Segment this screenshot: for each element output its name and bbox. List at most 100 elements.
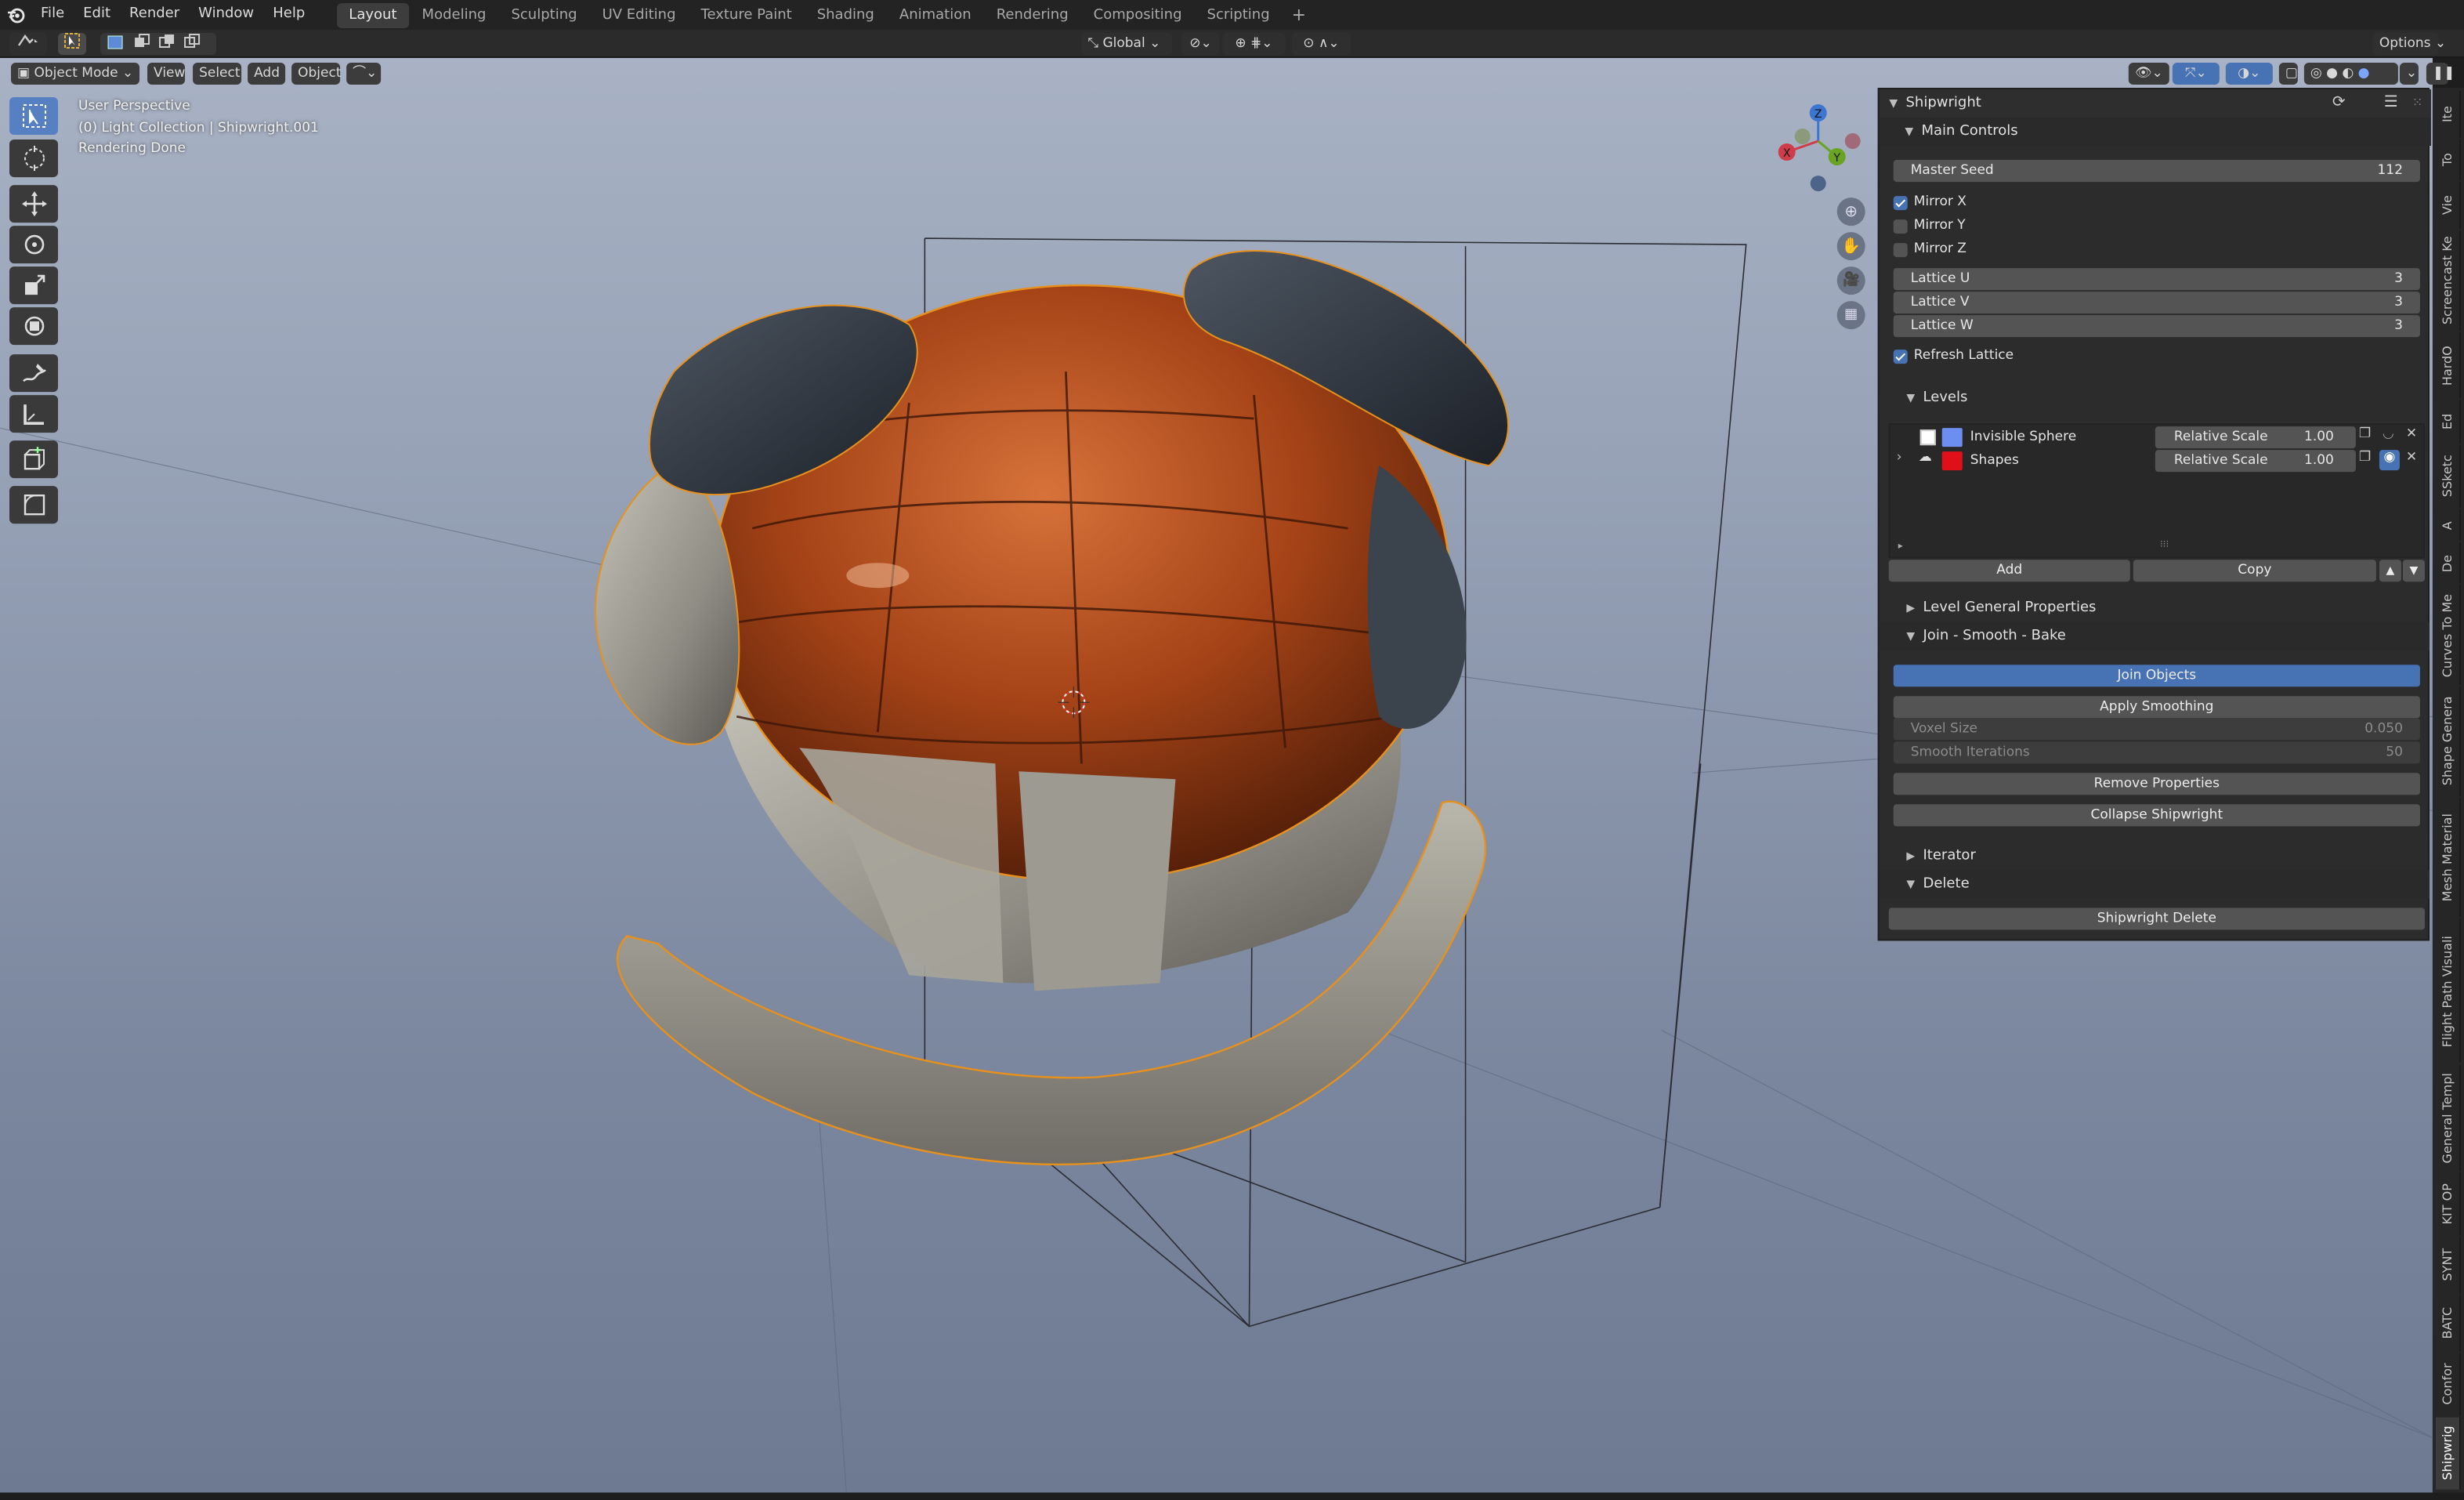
lattice-u-field[interactable]: Lattice U 3: [1893, 268, 2420, 291]
annotate-tool-button[interactable]: [9, 354, 59, 393]
menu-edit[interactable]: Edit: [74, 0, 120, 30]
shading-options-dropdown[interactable]: ⌄: [2399, 63, 2419, 85]
tab-screencast-keys[interactable]: Screencast Ke: [2435, 230, 2461, 332]
tab-general-templ[interactable]: General Templ: [2435, 1064, 2461, 1172]
selection-mode-group[interactable]: [100, 33, 217, 56]
tab-ssketch[interactable]: SSketc: [2435, 445, 2461, 509]
tab-view[interactable]: Vie: [2435, 182, 2461, 230]
move-up-icon[interactable]: ▲: [2379, 560, 2401, 582]
scale-tool-button[interactable]: [9, 266, 59, 305]
shapes-icon[interactable]: ☁: [1919, 450, 1932, 466]
tab-curves-to-mesh[interactable]: Curves To Me: [2435, 585, 2461, 686]
drag-handle-icon[interactable]: ⁙: [2412, 89, 2422, 118]
proportional-editing-button[interactable]: ⊙ ∧⌄: [1291, 33, 1351, 56]
tab-a[interactable]: A: [2435, 509, 2461, 542]
xray-toggle[interactable]: ▢: [2278, 63, 2298, 85]
cursor-tool-button[interactable]: [9, 139, 59, 178]
menu-file[interactable]: File: [31, 0, 74, 30]
duplicate-icon[interactable]: ❐: [2359, 426, 2371, 442]
tab-item[interactable]: Ite: [2435, 91, 2461, 139]
lattice-v-field[interactable]: Lattice V 3: [1893, 292, 2420, 314]
panel-header-shipwright[interactable]: ▼ Shipwright ⟳ ☰ ⁙: [1879, 89, 2431, 118]
panel-header-levels[interactable]: ▼ Levels: [1900, 384, 2426, 412]
menu-render[interactable]: Render: [120, 0, 189, 30]
add-cube-tool-button[interactable]: [9, 440, 59, 479]
tab-modeling[interactable]: Modeling: [410, 2, 499, 27]
pivot-point-button[interactable]: ⊘⌄: [1181, 33, 1220, 56]
expand-chevron-icon[interactable]: ›: [1897, 450, 1902, 466]
refresh-lattice-checkbox[interactable]: Refresh Lattice: [1893, 346, 2014, 367]
eye-closed-icon[interactable]: ◡: [2383, 426, 2394, 442]
eye-icon[interactable]: ◉: [2379, 450, 2400, 471]
move-down-icon[interactable]: ▼: [2402, 560, 2425, 582]
select-box-tool-button[interactable]: [58, 33, 87, 56]
tab-compositing[interactable]: Compositing: [1081, 2, 1195, 27]
transform-tool-button[interactable]: [9, 307, 59, 346]
tab-de[interactable]: De: [2435, 542, 2461, 584]
tab-rendering[interactable]: Rendering: [984, 2, 1081, 27]
collapse-shipwright-button[interactable]: Collapse Shipwright: [1893, 804, 2420, 827]
level-row-invisible-sphere[interactable]: Invisible Sphere Relative Scale 1.00 ❐ ◡ …: [1892, 426, 2422, 449]
list-icon[interactable]: ☰: [2384, 89, 2398, 118]
object-menu[interactable]: Object: [291, 63, 342, 85]
gizmo-neg-y[interactable]: [1794, 129, 1811, 145]
close-icon[interactable]: ✕: [2406, 450, 2417, 466]
tab-sculpting[interactable]: Sculpting: [498, 2, 589, 27]
tab-confor[interactable]: Confor: [2435, 1353, 2461, 1416]
overlay-toggle[interactable]: ◑⌄: [2225, 63, 2273, 85]
list-resize-handle-icon[interactable]: ⁝⁝⁝: [2160, 539, 2169, 550]
visibility-dropdown[interactable]: 👁⌄: [2128, 63, 2169, 85]
mirror-x-checkbox[interactable]: Mirror X: [1893, 193, 1966, 213]
add-menu[interactable]: Add: [248, 63, 286, 85]
object-mode-dropdown[interactable]: ▣ Object Mode ⌄: [11, 63, 140, 85]
master-seed-field[interactable]: Master Seed 112: [1893, 160, 2420, 183]
panel-header-join-smooth-bake[interactable]: ▼ Join - Smooth - Bake: [1879, 622, 2430, 651]
gizmo-neg-z[interactable]: [1810, 176, 1826, 192]
remove-properties-button[interactable]: Remove Properties: [1893, 773, 2420, 795]
gpencil-dropdown[interactable]: ⌒⌄: [346, 63, 382, 85]
join-objects-button[interactable]: Join Objects: [1893, 665, 2420, 687]
ortho-toggle-button[interactable]: ▦: [1836, 301, 1865, 330]
blender-logo-icon[interactable]: [0, 0, 31, 30]
lattice-w-field[interactable]: Lattice W 3: [1893, 315, 2420, 338]
level-color-swatch[interactable]: [1941, 451, 1963, 471]
shading-mode-group[interactable]: ◎ ● ◐ ●: [2303, 63, 2398, 85]
gizmo-toggle[interactable]: ⤧⌄: [2172, 63, 2220, 85]
snapping-button[interactable]: ⊕ ⋕⌄: [1222, 33, 1286, 56]
tab-batc[interactable]: BATC: [2435, 1295, 2461, 1352]
shipwright-delete-button[interactable]: Shipwright Delete: [1888, 908, 2425, 930]
panel-header-iterator[interactable]: ▶ Iterator: [1900, 842, 2426, 870]
gizmo-neg-x[interactable]: [1844, 133, 1861, 150]
tab-scripting[interactable]: Scripting: [1195, 2, 1283, 27]
level-color-swatch[interactable]: [1941, 428, 1963, 447]
mesh-visibility-icon[interactable]: [1919, 429, 1936, 446]
panel-header-level-general[interactable]: ▶ Level General Properties: [1900, 594, 2426, 622]
measure-tool-button[interactable]: [9, 395, 59, 433]
tab-shipwright[interactable]: Shipwrig: [2435, 1417, 2461, 1490]
tab-uv-editing[interactable]: UV Editing: [590, 2, 689, 27]
add-level-button[interactable]: Add: [1888, 560, 2130, 582]
refresh-icon[interactable]: ⟳: [2332, 89, 2346, 118]
tab-texture-paint[interactable]: Texture Paint: [689, 2, 805, 27]
duplicate-icon[interactable]: ❐: [2359, 450, 2371, 466]
pan-view-button[interactable]: ✋: [1836, 232, 1865, 261]
relative-scale-field[interactable]: Relative Scale 1.00: [2155, 426, 2356, 449]
tab-shape-generator[interactable]: Shape Genera: [2435, 687, 2461, 797]
smooth-iterations-field[interactable]: Smooth Iterations 50: [1893, 741, 2420, 764]
tab-edit[interactable]: Ed: [2435, 400, 2461, 444]
panel-header-main-controls[interactable]: ▼ Main Controls: [1879, 118, 2431, 147]
extra-tool-button[interactable]: [9, 486, 59, 524]
tab-animation[interactable]: Animation: [887, 2, 984, 27]
level-row-shapes[interactable]: › ☁ Shapes Relative Scale 1.00 ❐ ◉ ✕: [1892, 450, 2422, 473]
list-expand-triangle-icon[interactable]: ▸: [1898, 541, 1903, 552]
tab-mesh-materials[interactable]: Mesh Material: [2435, 798, 2461, 918]
mirror-z-checkbox[interactable]: Mirror Z: [1893, 240, 1966, 260]
tab-kit-op[interactable]: KIT OP: [2435, 1172, 2461, 1236]
tab-flight-path[interactable]: Flight Path Visuali: [2435, 918, 2461, 1063]
camera-view-button[interactable]: 🎥: [1836, 266, 1865, 295]
copy-level-button[interactable]: Copy: [2133, 560, 2376, 582]
add-workspace-button[interactable]: +: [1283, 5, 1315, 25]
tab-hardops[interactable]: HardO: [2435, 332, 2461, 399]
move-tool-button[interactable]: [9, 185, 59, 223]
relative-scale-field[interactable]: Relative Scale 1.00: [2155, 450, 2356, 473]
